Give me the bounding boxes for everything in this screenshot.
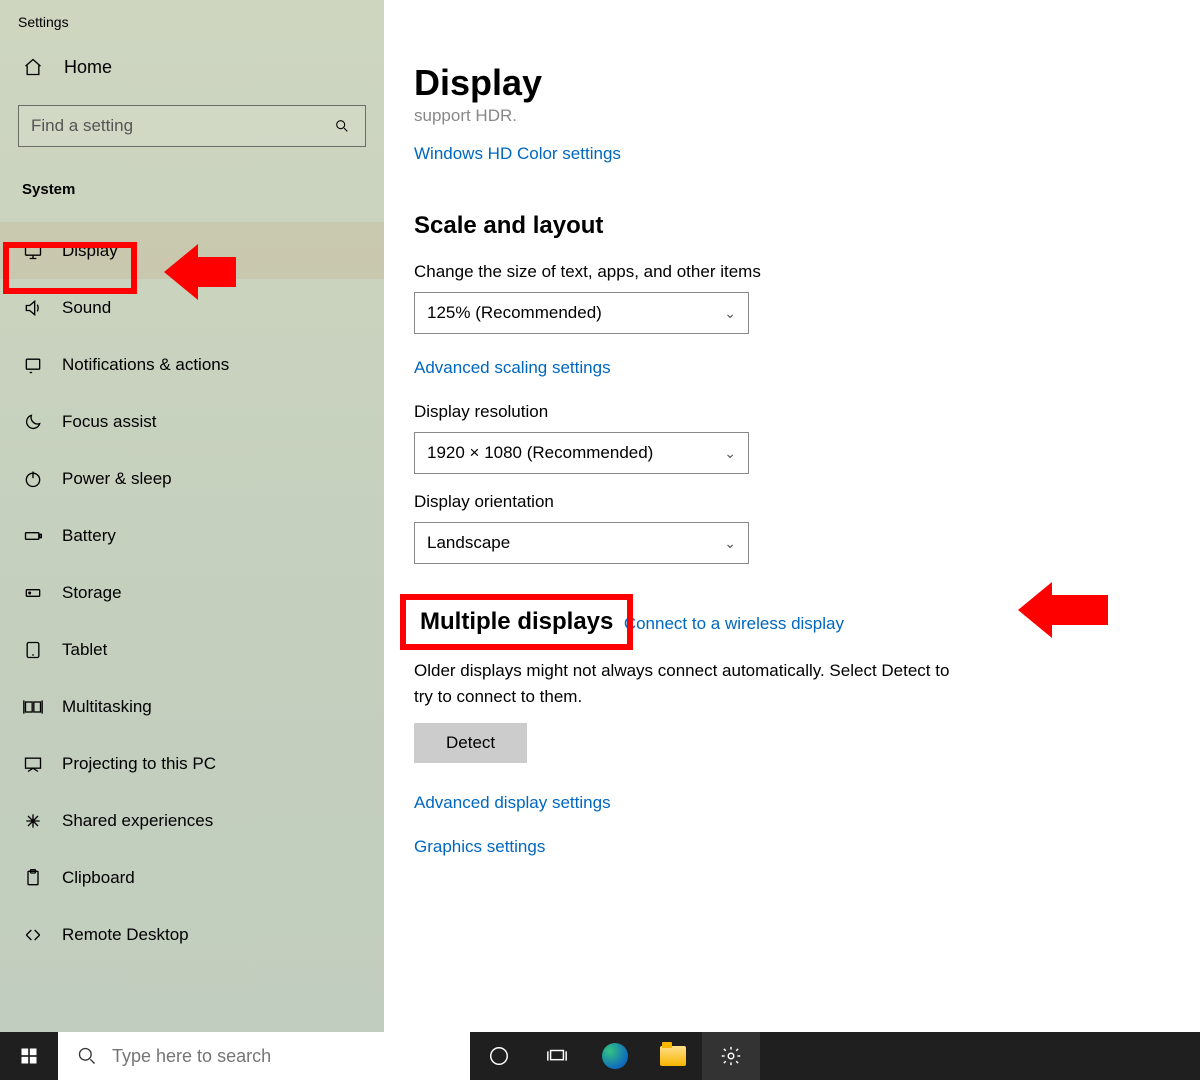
storage-icon <box>22 582 44 604</box>
gear-icon <box>720 1045 742 1067</box>
dropdown-orientation-value: Landscape <box>427 533 510 553</box>
search-icon <box>76 1045 98 1067</box>
sidebar-search[interactable] <box>18 105 366 147</box>
nav-item-clipboard[interactable]: Clipboard <box>0 849 384 906</box>
nav-item-label: Multitasking <box>62 697 152 717</box>
sound-icon <box>22 297 44 319</box>
heading-scale-layout: Scale and layout <box>414 212 1160 240</box>
label-resolution: Display resolution <box>414 402 1160 422</box>
chevron-down-icon: ⌄ <box>724 305 736 322</box>
nav-item-notifications[interactable]: Notifications & actions <box>0 336 384 393</box>
remote-icon <box>22 924 44 946</box>
search-icon <box>331 115 353 137</box>
button-detect[interactable]: Detect <box>414 723 527 763</box>
nav-item-label: Remote Desktop <box>62 925 189 945</box>
nav-item-label: Display <box>62 241 118 261</box>
nav-item-multitasking[interactable]: Multitasking <box>0 678 384 735</box>
home-icon <box>22 56 44 78</box>
dropdown-scale-value: 125% (Recommended) <box>427 303 602 323</box>
nav-home-label: Home <box>64 57 112 78</box>
nav-item-sound[interactable]: Sound <box>0 279 384 336</box>
annotation-arrow-multiple-displays <box>1018 582 1108 638</box>
dropdown-scale[interactable]: 125% (Recommended) ⌄ <box>414 292 749 334</box>
taskbar-settings[interactable] <box>702 1032 760 1080</box>
sidebar: Settings Home System Display Sound <box>0 0 384 1032</box>
notifications-icon <box>22 354 44 376</box>
taskbar-start[interactable] <box>0 1032 58 1080</box>
nav-item-power[interactable]: Power & sleep <box>0 450 384 507</box>
monitor-icon <box>22 240 44 262</box>
link-wireless-display[interactable]: Connect to a wireless display <box>624 614 844 634</box>
nav-item-label: Sound <box>62 298 111 318</box>
link-advanced-scaling[interactable]: Advanced scaling settings <box>414 358 611 378</box>
taskbar-edge[interactable] <box>586 1032 644 1080</box>
dropdown-resolution-value: 1920 × 1080 (Recommended) <box>427 443 653 463</box>
edge-icon <box>602 1043 628 1069</box>
main-content: Display support HDR. Windows HD Color se… <box>384 0 1200 1032</box>
moon-icon <box>22 411 44 433</box>
window-title: Settings <box>0 0 384 30</box>
taskbar-cortana[interactable] <box>470 1032 528 1080</box>
text-detect-note: Older displays might not always connect … <box>414 658 954 709</box>
nav-item-tablet[interactable]: Tablet <box>0 621 384 678</box>
projecting-icon <box>22 753 44 775</box>
dropdown-resolution[interactable]: 1920 × 1080 (Recommended) ⌄ <box>414 432 749 474</box>
link-advanced-display[interactable]: Advanced display settings <box>414 793 1160 813</box>
battery-icon <box>22 525 44 547</box>
chevron-down-icon: ⌄ <box>724 445 736 462</box>
taskbar-explorer[interactable] <box>644 1032 702 1080</box>
clipboard-icon <box>22 867 44 889</box>
nav-item-label: Focus assist <box>62 412 156 432</box>
heading-multiple-displays: Multiple displays <box>414 604 619 640</box>
nav-item-label: Clipboard <box>62 868 135 888</box>
nav-item-shared[interactable]: Shared experiences <box>0 792 384 849</box>
taskbar-search[interactable] <box>58 1032 470 1080</box>
nav-home[interactable]: Home <box>0 30 384 78</box>
sidebar-group-label: System <box>0 147 384 198</box>
link-graphics-settings[interactable]: Graphics settings <box>414 837 1160 857</box>
tablet-icon <box>22 639 44 661</box>
taskbar-taskview[interactable] <box>528 1032 586 1080</box>
nav-item-label: Shared experiences <box>62 811 213 831</box>
label-scale: Change the size of text, apps, and other… <box>414 262 1160 282</box>
nav-item-display[interactable]: Display <box>0 222 384 279</box>
nav-item-projecting[interactable]: Projecting to this PC <box>0 735 384 792</box>
nav-list: Display Sound Notifications & actions Fo… <box>0 222 384 963</box>
nav-item-remote[interactable]: Remote Desktop <box>0 906 384 963</box>
nav-item-label: Storage <box>62 583 122 603</box>
folder-icon <box>660 1046 686 1066</box>
nav-item-label: Power & sleep <box>62 469 172 489</box>
nav-item-battery[interactable]: Battery <box>0 507 384 564</box>
nav-item-label: Projecting to this PC <box>62 754 216 774</box>
link-hd-color[interactable]: Windows HD Color settings <box>414 144 621 164</box>
page-title: Display <box>414 62 1160 104</box>
taskbar <box>0 1032 1200 1080</box>
nav-item-label: Tablet <box>62 640 107 660</box>
nav-item-label: Battery <box>62 526 116 546</box>
label-orientation: Display orientation <box>414 492 1160 512</box>
nav-item-storage[interactable]: Storage <box>0 564 384 621</box>
chevron-down-icon: ⌄ <box>724 535 736 552</box>
hdr-support-fragment: support HDR. <box>414 106 1160 126</box>
taskbar-search-input[interactable] <box>112 1046 470 1067</box>
sidebar-search-input[interactable] <box>31 116 331 136</box>
shared-icon <box>22 810 44 832</box>
dropdown-orientation[interactable]: Landscape ⌄ <box>414 522 749 564</box>
multitasking-icon <box>22 696 44 718</box>
nav-item-label: Notifications & actions <box>62 355 229 375</box>
power-icon <box>22 468 44 490</box>
nav-item-focus-assist[interactable]: Focus assist <box>0 393 384 450</box>
